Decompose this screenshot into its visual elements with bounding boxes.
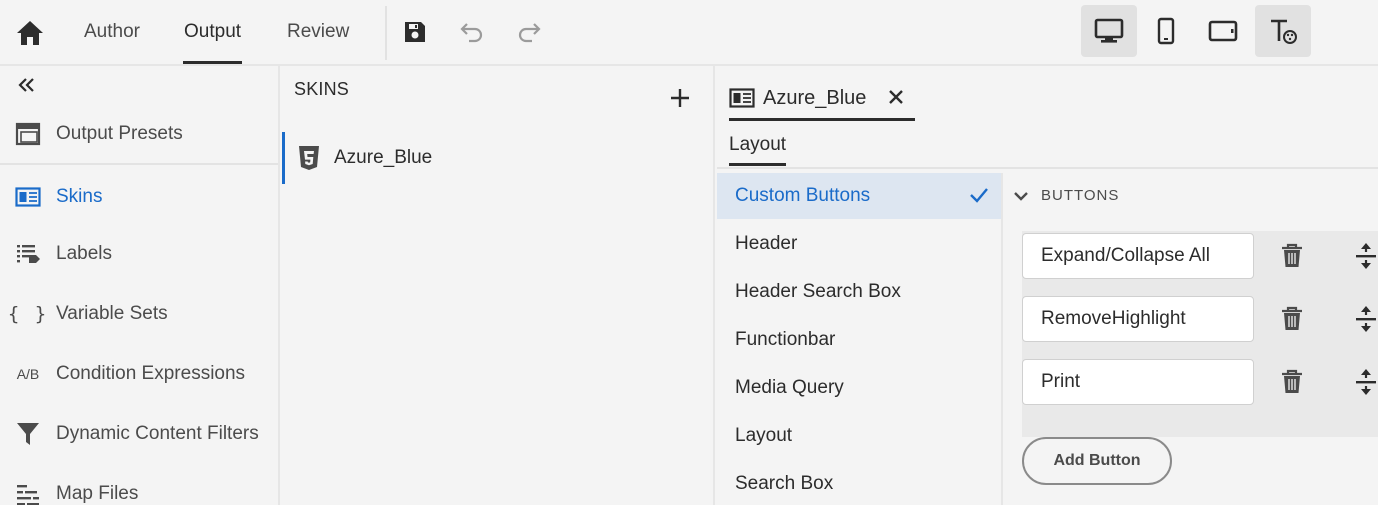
reorder-handle-icon[interactable] [1354, 241, 1378, 271]
sidebar-item-map-files[interactable]: Map Files [0, 470, 278, 505]
trash-icon[interactable] [1280, 369, 1304, 395]
sidebar-item-label: Dynamic Content Filters [56, 423, 259, 444]
buttons-list: Expand/Collapse All RemoveHighlight Prin… [1022, 231, 1378, 437]
condition-expressions-icon: A/B [16, 366, 40, 382]
button-name-field[interactable]: Print [1022, 359, 1254, 405]
button-name-field[interactable]: Expand/Collapse All [1022, 233, 1254, 279]
document-tab-label: Azure_Blue [763, 86, 867, 109]
home-icon[interactable] [14, 18, 46, 48]
skin-doc-icon [729, 88, 755, 108]
variable-sets-icon: { } [7, 303, 49, 325]
sidebar-item-label: Map Files [56, 483, 139, 504]
top-toolbar: Author Output Review [0, 0, 1378, 66]
section-label: Custom Buttons [735, 185, 871, 206]
button-name-field[interactable]: RemoveHighlight [1022, 296, 1254, 342]
save-icon[interactable] [399, 16, 431, 48]
sidebar-item-labels[interactable]: Labels [0, 230, 278, 278]
text-style-icon[interactable] [1255, 5, 1311, 57]
sidebar-item-condition-expressions[interactable]: A/B Condition Expressions [0, 350, 278, 398]
section-item-layout[interactable]: Layout [717, 413, 1001, 459]
skins-heading: SKINS [294, 79, 350, 99]
sidebar-item-output-presets[interactable]: Output Presets [0, 110, 278, 158]
section-label: Functionbar [735, 329, 836, 350]
chevron-down-icon [1013, 190, 1029, 202]
reorder-handle-icon[interactable] [1354, 304, 1378, 334]
section-item-search-box[interactable]: Search Box [717, 461, 1001, 505]
skins-panel: SKINS Azure_Blue [282, 66, 715, 505]
redo-icon[interactable] [513, 16, 545, 48]
section-item-media-query[interactable]: Media Query [717, 365, 1001, 411]
editor-divider [717, 167, 1378, 169]
collapse-sidebar-icon[interactable] [14, 72, 40, 98]
toolbar-divider [385, 6, 387, 60]
skin-list-item[interactable]: Azure_Blue [282, 132, 713, 184]
desktop-view-icon[interactable] [1081, 5, 1137, 57]
sidebar-item-label: Skins [56, 186, 103, 207]
section-label: Media Query [735, 377, 844, 398]
sidebar-item-label: Condition Expressions [56, 363, 246, 384]
reorder-handle-icon[interactable] [1354, 367, 1378, 397]
buttons-section-header[interactable]: BUTTONS [1013, 187, 1119, 204]
map-files-icon [15, 483, 41, 505]
skins-icon [15, 187, 41, 207]
document-tab[interactable]: Azure_Blue [729, 78, 915, 121]
section-item-header-search-box[interactable]: Header Search Box [717, 269, 1001, 315]
left-sidebar: Output Presets Skins Labels { } Variable… [0, 66, 280, 505]
sidebar-item-skins[interactable]: Skins [0, 173, 278, 221]
output-presets-icon [15, 122, 41, 146]
tab-review[interactable]: Review [286, 0, 350, 64]
sidebar-item-variable-sets[interactable]: { } Variable Sets [0, 290, 278, 338]
skin-editor: Azure_Blue Layout Custom Buttons Header … [717, 66, 1378, 505]
trash-icon[interactable] [1280, 243, 1304, 269]
sidebar-item-label: Labels [56, 243, 112, 264]
properties-panel: BUTTONS Expand/Collapse All RemoveHighli… [1005, 173, 1378, 505]
tablet-view-icon[interactable] [1195, 5, 1251, 57]
trash-icon[interactable] [1280, 306, 1304, 332]
add-button-button[interactable]: Add Button [1022, 437, 1172, 485]
section-label: Header [735, 233, 798, 254]
add-skin-plus-icon[interactable] [668, 86, 692, 110]
section-item-functionbar[interactable]: Functionbar [717, 317, 1001, 363]
buttons-heading: BUTTONS [1041, 187, 1120, 204]
section-label: Search Box [735, 473, 834, 494]
close-icon[interactable] [885, 86, 907, 108]
sidebar-divider [0, 163, 278, 165]
section-item-custom-buttons[interactable]: Custom Buttons [717, 173, 1001, 219]
sidebar-item-label: Variable Sets [56, 303, 168, 324]
checkmark-icon [969, 186, 989, 204]
section-list: Custom Buttons Header Header Search Box … [717, 173, 1003, 505]
html5-icon [298, 145, 320, 171]
tab-author[interactable]: Author [83, 0, 141, 64]
skin-name: Azure_Blue [334, 147, 433, 168]
tab-output[interactable]: Output [183, 0, 243, 64]
section-label: Header Search Box [735, 281, 901, 302]
section-item-header[interactable]: Header [717, 221, 1001, 267]
labels-icon [15, 242, 41, 266]
sidebar-item-label: Output Presets [56, 123, 183, 144]
tab-layout[interactable]: Layout [729, 128, 787, 166]
undo-icon[interactable] [456, 16, 488, 48]
mobile-view-icon[interactable] [1138, 5, 1194, 57]
filter-icon [16, 421, 40, 447]
sidebar-item-dynamic-content-filters[interactable]: Dynamic Content Filters [0, 410, 278, 458]
section-label: Layout [735, 425, 793, 446]
